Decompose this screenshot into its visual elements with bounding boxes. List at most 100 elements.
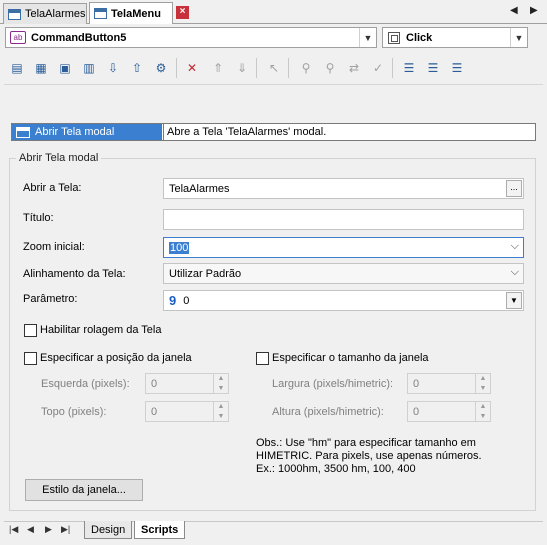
settings-icon[interactable]: ⚙: [153, 60, 169, 76]
command-button-icon: ab: [10, 31, 26, 44]
scroll-tabs-left-icon[interactable]: ◀: [510, 5, 518, 16]
altura-value: 0: [413, 405, 420, 418]
spin-down-icon[interactable]: ▼: [476, 384, 490, 394]
new-form-icon[interactable]: ▥: [81, 60, 97, 76]
find-next-icon[interactable]: ⚲: [322, 60, 338, 76]
action-name-cell[interactable]: Abrir Tela modal: [12, 124, 162, 140]
spinner-buttons[interactable]: ▲ ▼: [475, 402, 490, 421]
largura-label: Largura (pixels/himetric):: [272, 378, 394, 390]
object-selector[interactable]: ab CommandButton5 ▼: [5, 27, 377, 48]
spin-down-icon[interactable]: ▼: [214, 412, 228, 422]
replace-icon[interactable]: ⇄: [346, 60, 362, 76]
scroll-tabs-right-icon[interactable]: ▶: [530, 5, 538, 16]
list-all-icon[interactable]: ☰: [449, 60, 465, 76]
previous-tab-icon[interactable]: ◀: [27, 524, 34, 535]
tab-label: TelaMenu: [111, 7, 161, 20]
alinhamento-select[interactable]: Utilizar Padrão ⌵: [163, 263, 524, 284]
screen-icon: [94, 8, 107, 19]
altura-label: Altura (pixels/himetric):: [272, 406, 384, 418]
spin-up-icon[interactable]: ▲: [476, 374, 490, 384]
last-tab-icon[interactable]: ▶|: [61, 524, 70, 535]
object-selector-value: CommandButton5: [31, 31, 127, 44]
spin-up-icon[interactable]: ▲: [214, 374, 228, 384]
action-description: Abre a Tela 'TelaAlarmes' modal.: [163, 124, 326, 140]
titulo-field[interactable]: [163, 209, 524, 230]
spin-up-icon[interactable]: ▲: [476, 402, 490, 412]
chevron-down-icon[interactable]: ▼: [510, 28, 527, 47]
tab-design[interactable]: Design: [84, 521, 133, 539]
abrir-tela-value: TelaAlarmes: [169, 182, 230, 195]
group-title: Abrir Tela modal: [16, 152, 102, 164]
spinner-buttons[interactable]: ▲ ▼: [213, 374, 228, 393]
chevron-down-icon[interactable]: ⌵: [511, 240, 519, 253]
event-selector[interactable]: Click ▼: [382, 27, 528, 48]
delete-icon[interactable]: ✕: [184, 60, 200, 76]
export-icon[interactable]: ⇧: [129, 60, 145, 76]
list-icon[interactable]: ☰: [401, 60, 417, 76]
screen-icon: [8, 8, 21, 20]
tamanho-checkbox[interactable]: [256, 352, 269, 365]
tamanho-label: Especificar o tamanho da janela: [272, 352, 429, 364]
largura-spinner[interactable]: 0 ▲ ▼: [407, 373, 491, 394]
parametro-value: 0: [183, 294, 190, 307]
event-selector-value: Click: [406, 31, 433, 44]
spin-up-icon[interactable]: ▲: [214, 402, 228, 412]
list-check-icon[interactable]: ☰: [425, 60, 441, 76]
parametro-dropdown-button[interactable]: ▼: [506, 292, 522, 309]
altura-spinner[interactable]: 0 ▲ ▼: [407, 401, 491, 422]
tab-telamenu[interactable]: TelaMenu: [89, 2, 173, 24]
document-tab-bar: TelaAlarmes TelaMenu × ◀ ▶: [0, 0, 547, 24]
topo-label: Topo (pixels):: [41, 406, 107, 418]
import-icon[interactable]: ⇩: [105, 60, 121, 76]
rolagem-checkbox[interactable]: [24, 324, 37, 337]
estilo-janela-button[interactable]: Estilo da janela...: [25, 479, 143, 501]
tab-telaalarmes[interactable]: TelaAlarmes: [3, 3, 87, 24]
zoom-label: Zoom inicial:: [23, 241, 85, 253]
pick-icon[interactable]: ↖: [266, 60, 282, 76]
parametro-field[interactable]: 9 0 ▼: [163, 290, 524, 311]
largura-value: 0: [413, 377, 420, 390]
find-icon[interactable]: ⚲: [298, 60, 314, 76]
first-tab-icon[interactable]: |◀: [9, 524, 18, 535]
obs-line: Ex.: 1000hm, 3500 hm, 100, 400: [256, 463, 416, 475]
rolagem-label: Habilitar rolagem da Tela: [40, 324, 162, 336]
toolbar-separator: [392, 58, 393, 78]
alinhamento-label: Alinhamento da Tela:: [23, 268, 126, 280]
browse-button[interactable]: ...: [506, 180, 522, 197]
close-tab-icon[interactable]: ×: [176, 6, 189, 19]
esquerda-label: Esquerda (pixels):: [41, 378, 130, 390]
alinhamento-value: Utilizar Padrão: [169, 267, 242, 280]
parametro-label: Parâmetro:: [23, 293, 78, 305]
action-list-row[interactable]: Abrir Tela modal Abre a Tela 'TelaAlarme…: [11, 123, 536, 141]
next-tab-icon[interactable]: ▶: [45, 524, 52, 535]
spin-down-icon[interactable]: ▼: [476, 412, 490, 422]
move-up-icon[interactable]: ⇑: [210, 60, 226, 76]
tab-scripts[interactable]: Scripts: [134, 521, 186, 539]
spinner-buttons[interactable]: ▲ ▼: [213, 402, 228, 421]
spell-icon[interactable]: ✓: [370, 60, 386, 76]
posicao-checkbox[interactable]: [24, 352, 37, 365]
toolbar-separator: [256, 58, 257, 78]
open-screen-icon: [16, 126, 30, 138]
new-action-icon[interactable]: ▦: [33, 60, 49, 76]
esquerda-value: 0: [151, 377, 158, 390]
posicao-label: Especificar a posição da janela: [40, 352, 192, 364]
action-name: Abrir Tela modal: [35, 126, 115, 138]
obs-line: Obs.: Use "hm" para especificar tamanho …: [256, 437, 476, 449]
tab-label: TelaAlarmes: [25, 8, 86, 20]
event-icon: [388, 31, 400, 44]
constant-type-icon: 9: [169, 293, 177, 308]
abrir-tela-field[interactable]: TelaAlarmes ...: [163, 178, 524, 199]
chevron-down-icon[interactable]: ⌵: [511, 266, 519, 279]
obs-note: Obs.: Use "hm" para especificar tamanho …: [256, 437, 482, 476]
esquerda-spinner[interactable]: 0 ▲ ▼: [145, 373, 229, 394]
zoom-select[interactable]: 100 ⌵: [163, 237, 524, 258]
titulo-label: Título:: [23, 212, 54, 224]
new-picture-icon[interactable]: ▣: [57, 60, 73, 76]
topo-spinner[interactable]: 0 ▲ ▼: [145, 401, 229, 422]
move-down-icon[interactable]: ⇓: [234, 60, 250, 76]
new-script-icon[interactable]: ▤: [9, 60, 25, 76]
spin-down-icon[interactable]: ▼: [214, 384, 228, 394]
spinner-buttons[interactable]: ▲ ▼: [475, 374, 490, 393]
chevron-down-icon[interactable]: ▼: [359, 28, 376, 47]
